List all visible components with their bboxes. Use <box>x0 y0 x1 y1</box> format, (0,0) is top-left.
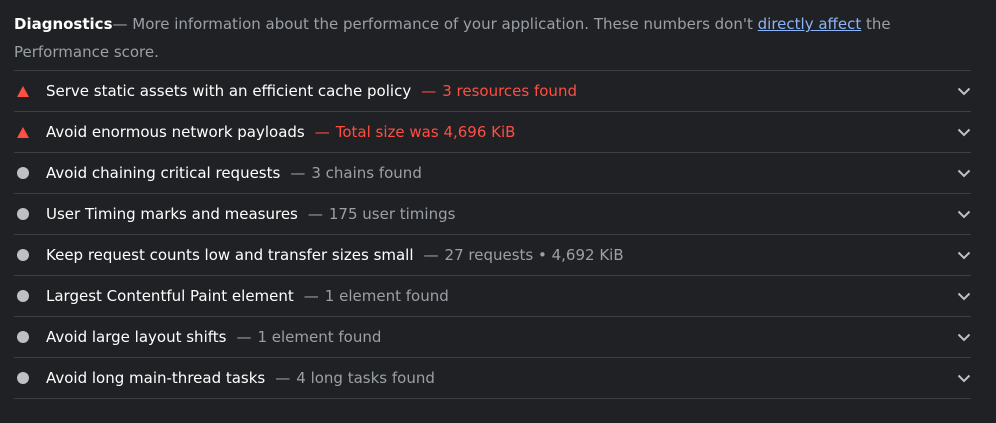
audit-row-request-counts[interactable]: Keep request counts low and transfer siz… <box>14 235 971 276</box>
chevron-down-icon[interactable] <box>957 289 971 303</box>
audit-title: Keep request counts low and transfer siz… <box>46 246 414 264</box>
audit-separator: — <box>314 123 330 141</box>
audit-row-user-timings[interactable]: User Timing marks and measures — 175 use… <box>14 194 971 235</box>
audit-detail: 4 long tasks found <box>296 369 435 387</box>
info-dot-icon <box>17 331 29 343</box>
audit-detail: 1 element found <box>257 328 382 346</box>
section-description-prefix: — More information about the performance… <box>112 15 758 33</box>
audit-row-lcp-element[interactable]: Largest Contentful Paint element — 1 ele… <box>14 276 971 317</box>
status-icon-container <box>14 290 46 302</box>
chevron-down-icon[interactable] <box>957 371 971 385</box>
info-dot-icon <box>17 208 29 220</box>
audit-list: Serve static assets with an efficient ca… <box>14 70 971 399</box>
section-title: Diagnostics <box>14 15 113 33</box>
diagnostics-panel: Diagnostics— More information about the … <box>0 0 996 423</box>
audit-row-long-tasks[interactable]: Avoid long main-thread tasks — 4 long ta… <box>14 358 971 399</box>
audit-title: Avoid chaining critical requests <box>46 164 281 182</box>
warning-triangle-icon <box>17 85 29 97</box>
audit-title: Avoid enormous network payloads <box>46 123 305 141</box>
chevron-down-icon[interactable] <box>957 166 971 180</box>
audit-title: Avoid large layout shifts <box>46 328 227 346</box>
audit-separator: — <box>275 369 291 387</box>
audit-title: Largest Contentful Paint element <box>46 287 294 305</box>
status-icon-container <box>14 167 46 179</box>
info-dot-icon <box>17 249 29 261</box>
audit-detail: 27 requests • 4,692 KiB <box>444 246 624 264</box>
audit-title: User Timing marks and measures <box>46 205 298 223</box>
audit-detail: 3 chains found <box>311 164 422 182</box>
chevron-down-icon[interactable] <box>957 84 971 98</box>
audit-row-critical-requests[interactable]: Avoid chaining critical requests — 3 cha… <box>14 153 971 194</box>
audit-row-layout-shifts[interactable]: Avoid large layout shifts — 1 element fo… <box>14 317 971 358</box>
audit-separator: — <box>236 328 252 346</box>
audit-row-network-payloads[interactable]: Avoid enormous network payloads — Total … <box>14 112 971 153</box>
info-dot-icon <box>17 290 29 302</box>
chevron-down-icon[interactable] <box>957 330 971 344</box>
status-icon-container <box>14 126 46 138</box>
status-icon-container <box>14 331 46 343</box>
directly-affect-link[interactable]: directly affect <box>758 15 862 33</box>
diagnostics-header: Diagnostics— More information about the … <box>14 0 971 70</box>
info-dot-icon <box>17 372 29 384</box>
status-icon-container <box>14 208 46 220</box>
audit-detail: 1 element found <box>324 287 449 305</box>
info-dot-icon <box>17 167 29 179</box>
chevron-down-icon[interactable] <box>957 125 971 139</box>
audit-separator: — <box>307 205 323 223</box>
status-icon-container <box>14 372 46 384</box>
audit-separator: — <box>421 82 437 100</box>
status-icon-container <box>14 249 46 261</box>
audit-title: Serve static assets with an efficient ca… <box>46 82 412 100</box>
warning-triangle-icon <box>17 126 29 138</box>
audit-separator: — <box>290 164 306 182</box>
audit-separator: — <box>423 246 439 264</box>
audit-detail: Total size was 4,696 KiB <box>335 123 516 141</box>
audit-separator: — <box>303 287 319 305</box>
chevron-down-icon[interactable] <box>957 248 971 262</box>
chevron-down-icon[interactable] <box>957 207 971 221</box>
status-icon-container <box>14 85 46 97</box>
audit-detail: 175 user timings <box>328 205 456 223</box>
audit-detail: 3 resources found <box>442 82 577 100</box>
audit-row-cache-policy[interactable]: Serve static assets with an efficient ca… <box>14 71 971 112</box>
audit-title: Avoid long main-thread tasks <box>46 369 266 387</box>
